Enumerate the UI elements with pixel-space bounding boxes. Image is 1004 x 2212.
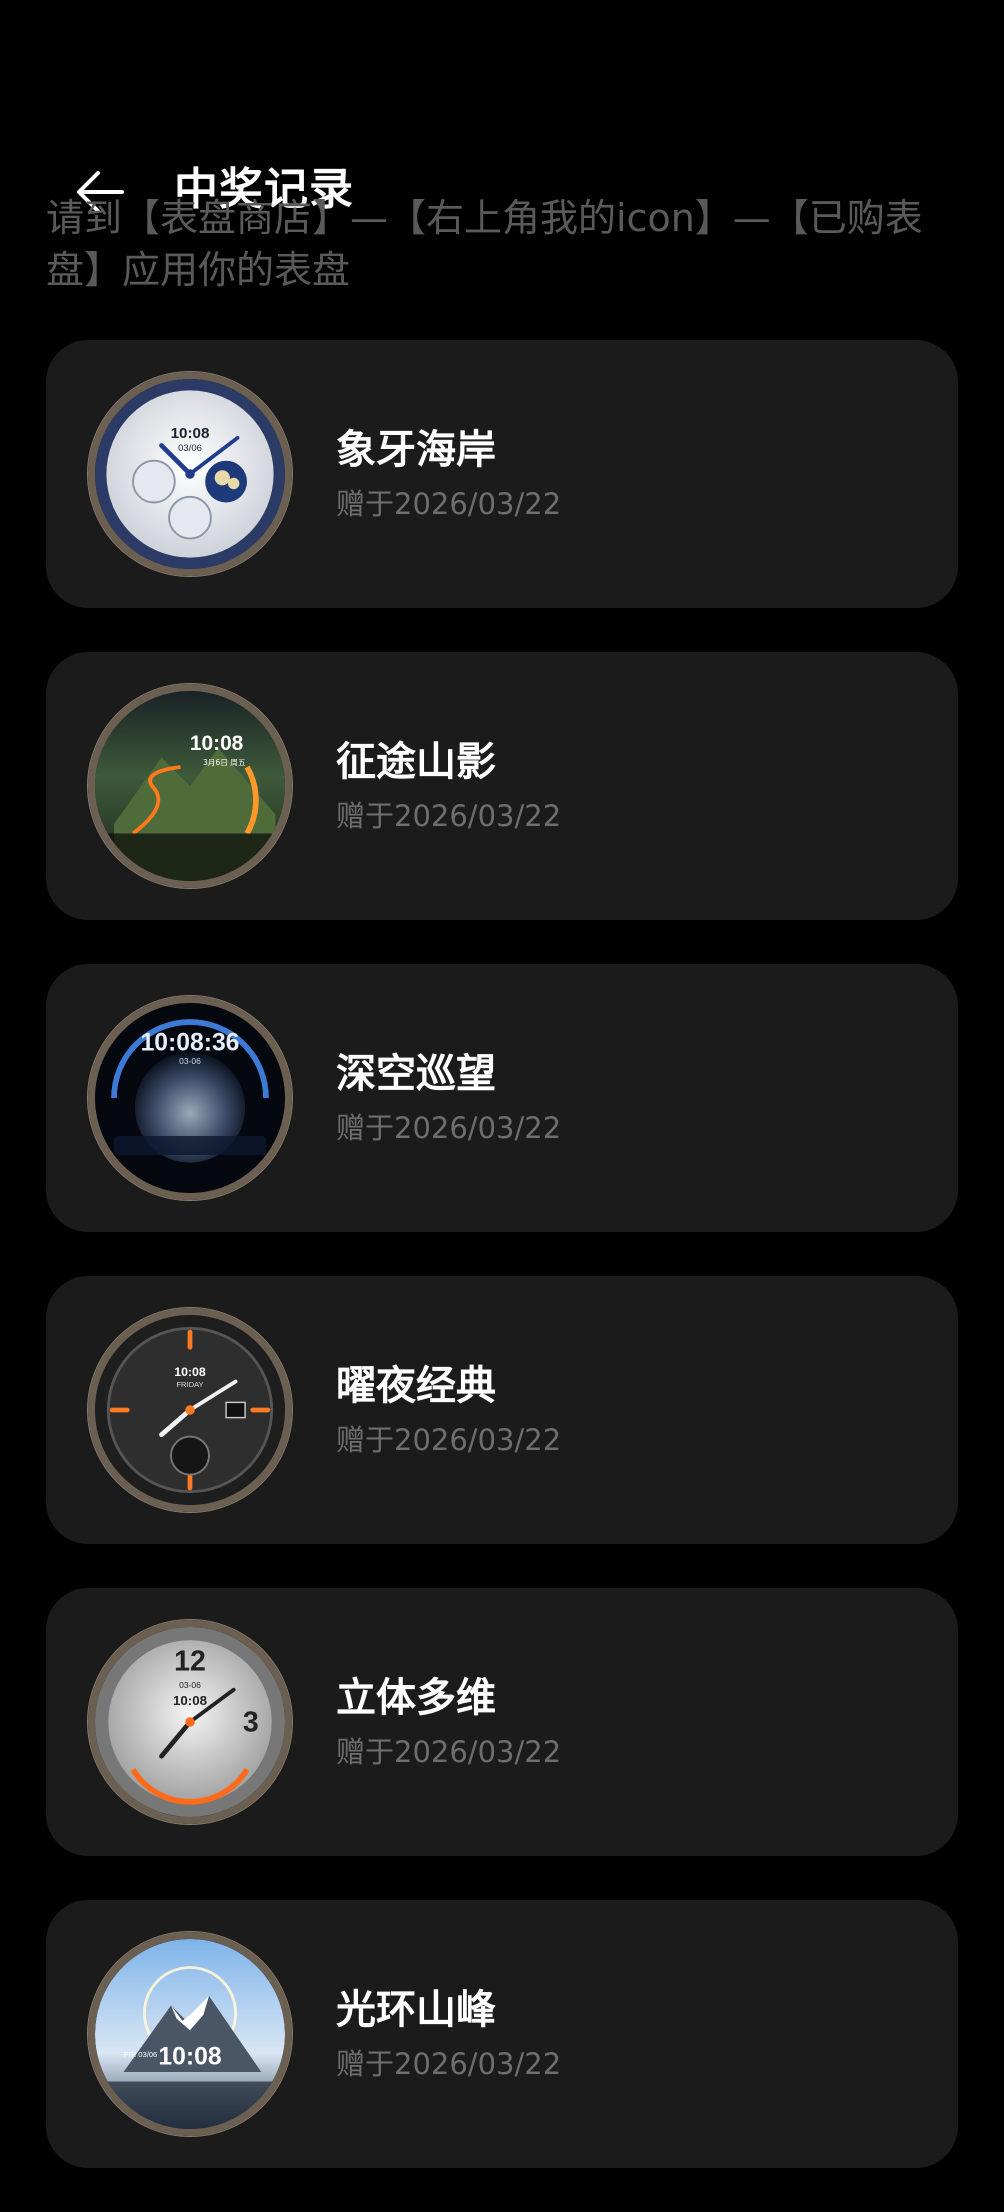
watch-face-thumbnail: 10:08:36 03-06 [88, 996, 292, 1200]
gift-date: 赠于2026/03/22 [336, 799, 562, 833]
record-card[interactable]: 10:08 3月6日 周五 征途山影 赠于2026/03/22 [46, 652, 958, 920]
svg-text:12: 12 [174, 1646, 206, 1678]
svg-text:10:08: 10:08 [171, 425, 210, 442]
record-card[interactable]: 10:08:36 03-06 深空巡望 赠于2026/03/22 [46, 964, 958, 1232]
svg-text:3: 3 [243, 1707, 259, 1739]
watch-face-name: 光环山峰 [336, 1987, 496, 2033]
svg-text:10:08: 10:08 [174, 1365, 206, 1379]
svg-text:03-06: 03-06 [179, 1056, 201, 1066]
watch-face-thumbnail: 10:08 FRI 03/06 [88, 1932, 292, 2136]
gift-date: 赠于2026/03/22 [336, 1423, 562, 1457]
svg-text:FRIDAY: FRIDAY [176, 1380, 203, 1389]
record-list: 10:08 03/06 象牙海岸 赠于2026/03/22 10:08 3月6日… [46, 340, 958, 2212]
svg-text:03-06: 03-06 [179, 1680, 201, 1690]
gift-date: 赠于2026/03/22 [336, 487, 562, 521]
gift-date: 赠于2026/03/22 [336, 2047, 562, 2081]
svg-text:FRI 03/06: FRI 03/06 [124, 2050, 157, 2059]
svg-text:10:08: 10:08 [173, 1693, 207, 1708]
watch-face-name: 征途山影 [336, 739, 496, 785]
watch-face-name: 立体多维 [336, 1675, 496, 1721]
watch-face-name: 曜夜经典 [336, 1363, 496, 1409]
svg-text:10:08:36: 10:08:36 [141, 1030, 240, 1057]
instruction-text: 请到【表盘商店】—【右上角我的icon】—【已购表盘】应用你的表盘 [46, 196, 923, 292]
gift-date: 赠于2026/03/22 [336, 1111, 562, 1145]
watch-face-name: 深空巡望 [336, 1051, 496, 1097]
watch-face-name: 象牙海岸 [336, 427, 496, 473]
watch-face-thumbnail: 10:08 FRIDAY [88, 1308, 292, 1512]
watch-face-thumbnail: 10:08 3月6日 周五 [88, 684, 292, 888]
watch-face-thumbnail: 10:08 03/06 [88, 372, 292, 576]
svg-text:10:08: 10:08 [158, 2043, 221, 2070]
watch-face-thumbnail: 12 3 03-06 10:08 [88, 1620, 292, 1824]
svg-text:10:08: 10:08 [190, 732, 243, 755]
record-card[interactable]: 10:08 FRIDAY 曜夜经典 赠于2026/03/22 [46, 1276, 958, 1544]
svg-text:3月6日 周五: 3月6日 周五 [203, 758, 246, 767]
record-card[interactable]: 10:08 FRI 03/06 光环山峰 赠于2026/03/22 [46, 1900, 958, 2168]
svg-text:03/06: 03/06 [178, 443, 202, 454]
gift-date: 赠于2026/03/22 [336, 1735, 562, 1769]
record-card[interactable]: 10:08 03/06 象牙海岸 赠于2026/03/22 [46, 340, 958, 608]
record-card[interactable]: 12 3 03-06 10:08 立体多维 赠于2026/03/22 [46, 1588, 958, 1856]
